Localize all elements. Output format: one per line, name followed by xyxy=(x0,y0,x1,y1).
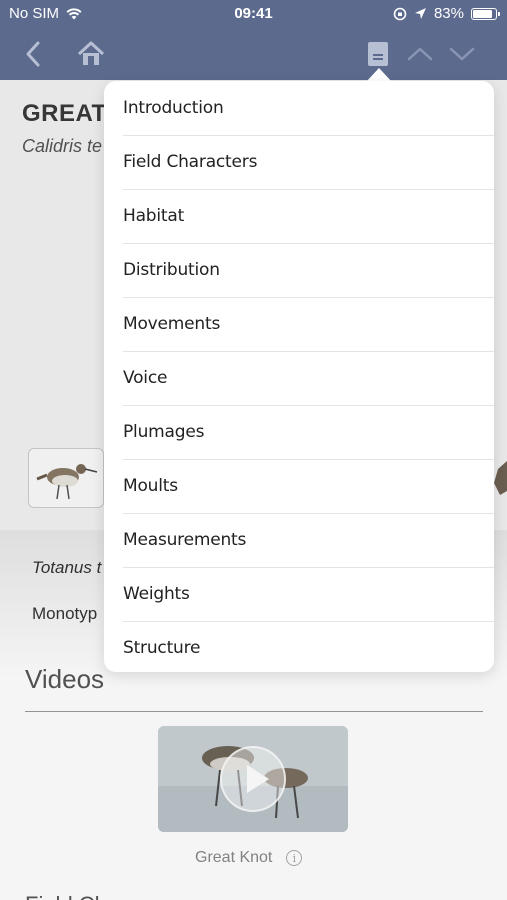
menu-item-moults[interactable]: Moults xyxy=(123,459,494,514)
battery-icon xyxy=(471,7,500,20)
menu-item-distribution[interactable]: Distribution xyxy=(123,243,494,298)
menu-item-voice[interactable]: Voice xyxy=(123,351,494,406)
menu-item-weights[interactable]: Weights xyxy=(123,567,494,622)
menu-item-field-characters[interactable]: Field Characters xyxy=(123,135,494,190)
location-icon xyxy=(414,8,426,19)
menu-item-measurements[interactable]: Measurements xyxy=(123,513,494,568)
chevron-down-icon xyxy=(449,47,475,61)
back-button[interactable] xyxy=(17,38,49,70)
menu-item-habitat[interactable]: Habitat xyxy=(123,189,494,244)
document-icon xyxy=(368,42,388,66)
menu-item-plumages[interactable]: Plumages xyxy=(123,405,494,460)
previous-button[interactable] xyxy=(404,38,436,70)
contents-popover: Introduction Field Characters Habitat Di… xyxy=(104,81,494,672)
menu-item-introduction[interactable]: Introduction xyxy=(123,81,494,136)
menu-item-movements[interactable]: Movements xyxy=(123,297,494,352)
nav-bar xyxy=(0,28,507,80)
status-bar: No SIM 09:41 83% xyxy=(0,0,507,28)
next-button[interactable] xyxy=(446,38,478,70)
contents-button[interactable] xyxy=(362,38,394,70)
home-button[interactable] xyxy=(75,38,107,70)
chevron-up-icon xyxy=(407,47,433,61)
popover-arrow xyxy=(366,68,392,82)
menu-item-structure[interactable]: Structure xyxy=(123,621,494,672)
rotation-lock-icon xyxy=(393,7,407,20)
chevron-left-icon xyxy=(26,41,40,67)
home-icon xyxy=(77,41,105,65)
battery-percent: 83% xyxy=(433,5,464,22)
